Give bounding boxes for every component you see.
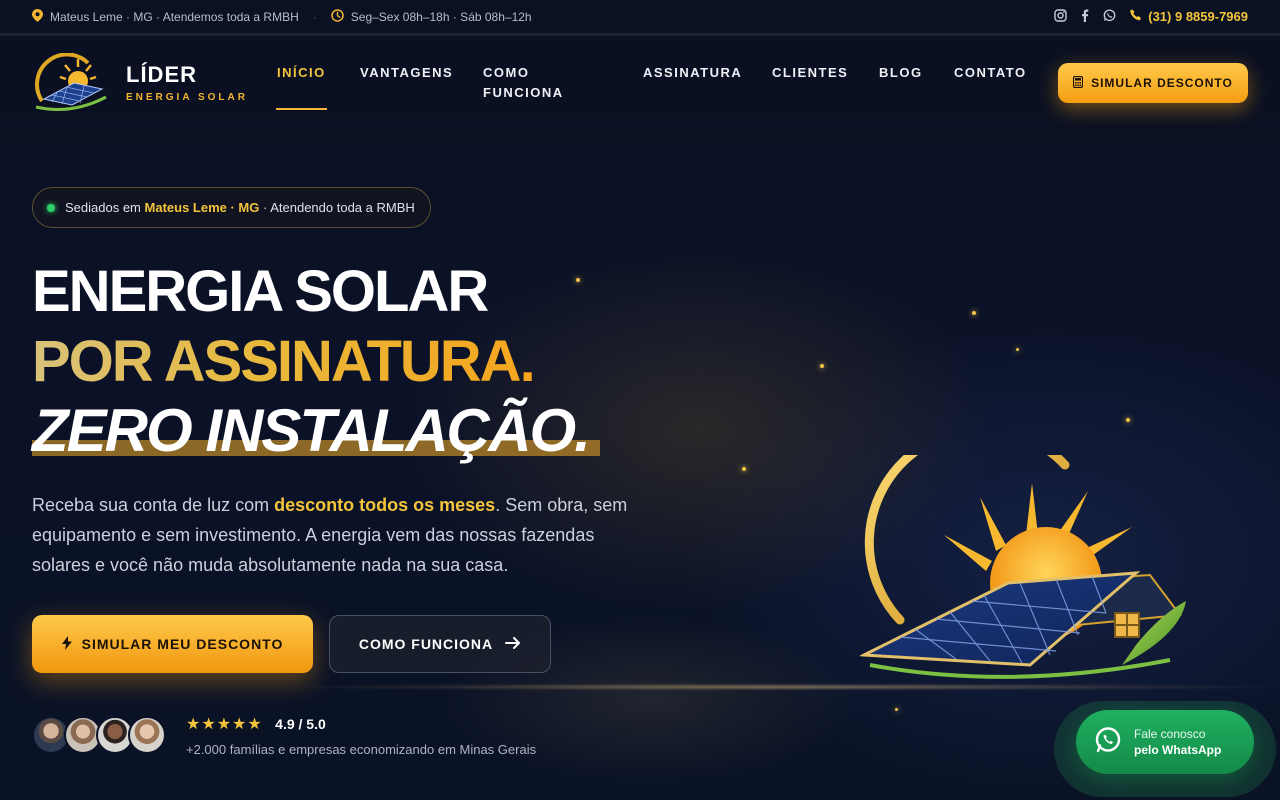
rating-block: ★★★★★ 4.9 / 5.0 +2.000 famílias e empres…	[186, 714, 536, 757]
rating-stars: ★★★★★	[186, 716, 263, 733]
solar-house-illustration	[860, 455, 1186, 679]
badge-prefix: Sediados em	[65, 200, 141, 215]
sparkle	[742, 467, 746, 471]
lead-text-1: Receba sua conta de luz com	[32, 495, 275, 515]
nav-item-inicio[interactable]: INÍCIO	[277, 63, 326, 83]
hours-info: Seg–Sex 08h–18h · Sáb 08h–12h	[331, 8, 532, 25]
instagram-icon[interactable]	[1054, 8, 1067, 25]
status-dot	[47, 203, 55, 212]
badge-suffix: · Atendendo toda a RMBH	[263, 200, 415, 215]
rating-caption: +2.000 famílias e empresas economizando …	[186, 742, 537, 757]
whatsapp-label: Fale conosco pelo WhatsApp	[1134, 726, 1221, 758]
sparkle	[1126, 418, 1130, 422]
active-nav-indicator	[276, 108, 327, 110]
phone-icon	[1130, 9, 1142, 24]
phone-number: (31) 9 8859-7969	[1148, 9, 1248, 24]
whatsapp-line1: Fale conosco	[1134, 727, 1206, 741]
customer-avatars	[32, 716, 172, 756]
simulate-my-discount-label: SIMULAR MEU DESCONTO	[81, 636, 284, 652]
sparkle	[972, 311, 976, 315]
rating-score: 4.9 / 5.0	[275, 716, 326, 732]
facebook-icon[interactable]	[1081, 9, 1089, 25]
whatsapp-float-button[interactable]: Fale conosco pelo WhatsApp	[1076, 710, 1254, 774]
lightning-icon	[61, 635, 72, 653]
sparkle	[576, 278, 580, 282]
hours-text: Seg–Sex 08h–18h · Sáb 08h–12h	[350, 9, 532, 24]
top-info-bar: Mateus Leme · MG · Atendemos toda a RMBH…	[0, 0, 1280, 36]
nav-item-contato[interactable]: CONTATO	[954, 63, 1027, 83]
brand-name: LÍDER	[126, 61, 197, 87]
clock-icon	[331, 8, 344, 25]
location-badge-text: Sediados em Mateus Leme · MG · Atendendo…	[65, 200, 415, 215]
sparkle	[820, 364, 824, 368]
nav-item-blog[interactable]: BLOG	[879, 63, 923, 83]
arrow-right-icon	[505, 636, 521, 652]
solar-logo-icon	[32, 52, 112, 111]
nav-item-assinatura[interactable]: ASSINATURA	[643, 63, 742, 83]
sparkle	[895, 708, 898, 711]
nav-item-vantagens[interactable]: VANTAGENS	[360, 63, 453, 83]
brand-logo[interactable]: LÍDER ENERGIA SOLAR	[32, 52, 248, 111]
simulate-my-discount-button[interactable]: SIMULAR MEU DESCONTO	[32, 615, 313, 673]
hero-title-line3: ZERO INSTALAÇÃO.	[32, 397, 591, 464]
lead-highlight: desconto todos os meses	[274, 495, 496, 515]
brand-tagline: ENERGIA SOLAR	[126, 91, 248, 103]
whatsapp-icon[interactable]	[1103, 8, 1116, 25]
simulate-discount-button[interactable]: SIMULAR DESCONTO	[1058, 63, 1248, 103]
hero-description: Receba sua conta de luz com desconto tod…	[32, 490, 642, 580]
location-badge: Sediados em Mateus Leme · MG · Atendendo…	[32, 187, 431, 228]
hero-title-line2: POR ASSINATURA.	[32, 329, 536, 394]
main-navigation: LÍDER ENERGIA SOLAR INÍCIO VANTAGENS COM…	[0, 39, 1280, 125]
phone-link[interactable]: (31) 9 8859-7969	[1130, 9, 1248, 24]
location-info: Mateus Leme · MG · Atendemos toda a RMBH	[32, 8, 299, 25]
sparkle	[1016, 348, 1019, 351]
whatsapp-icon	[1094, 726, 1122, 759]
avatar	[128, 716, 166, 754]
separator: ·	[312, 9, 317, 24]
calculator-icon	[1072, 75, 1084, 91]
simulate-discount-label: SIMULAR DESCONTO	[1091, 76, 1233, 90]
how-it-works-label: COMO FUNCIONA	[358, 636, 494, 652]
how-it-works-button[interactable]: COMO FUNCIONA	[329, 615, 551, 673]
nav-item-clientes[interactable]: CLIENTES	[772, 63, 848, 83]
badge-highlight: Mateus Leme · MG	[144, 200, 260, 215]
nav-item-como-funciona[interactable]: COMO FUNCIONA	[483, 63, 579, 103]
map-pin-icon	[32, 8, 43, 25]
hero-title-line1: ENERGIA SOLAR	[32, 259, 489, 324]
location-text: Mateus Leme · MG · Atendemos toda a RMBH	[50, 9, 299, 24]
whatsapp-line2: pelo WhatsApp	[1134, 743, 1222, 757]
